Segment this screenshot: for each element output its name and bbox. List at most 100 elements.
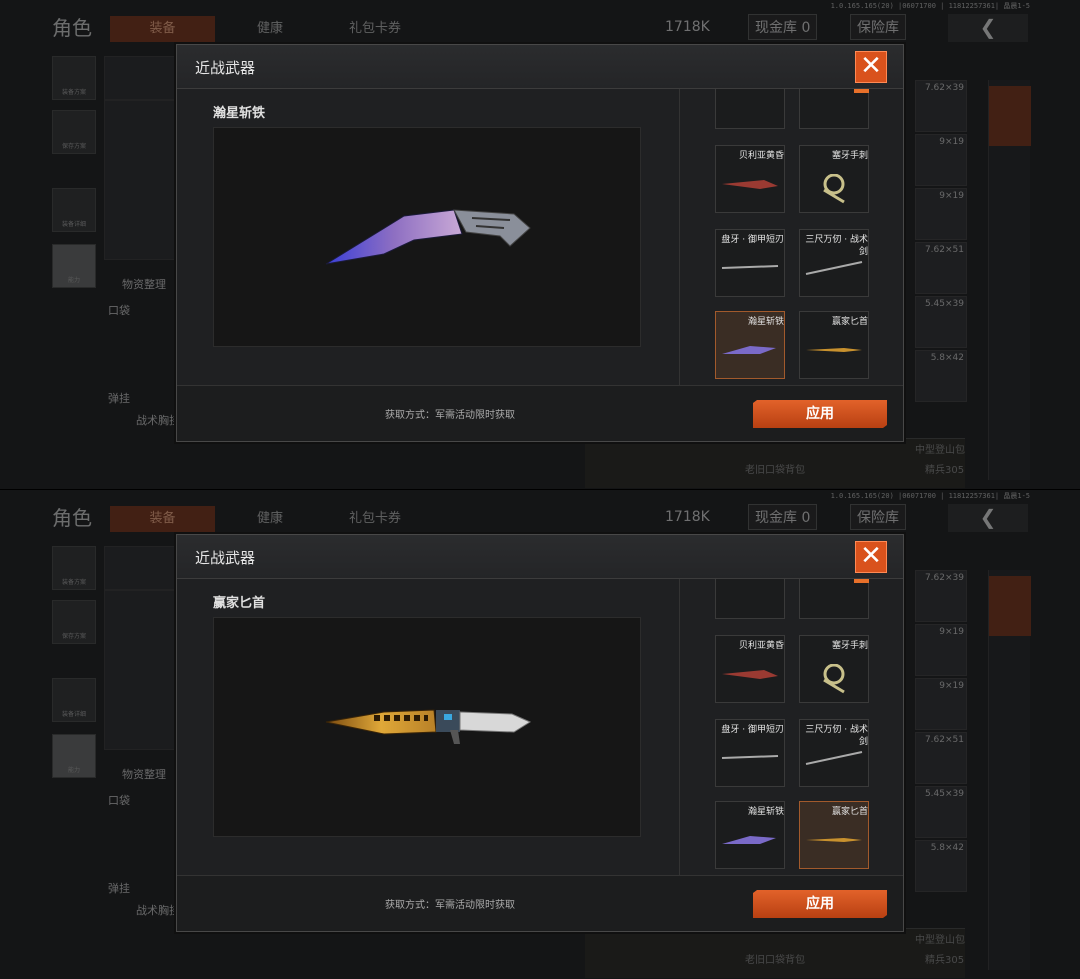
supplies-label: 物资整理 xyxy=(122,768,166,781)
weapon-item-label: 贝利亚黄昏 xyxy=(738,641,784,651)
sidebar-save-loadout[interactable]: 保存方案 xyxy=(52,110,96,154)
weapon-item-selected[interactable]: 赢家匕首 xyxy=(799,801,869,869)
ammo-cell[interactable]: 7.62×51 xyxy=(915,732,967,784)
weapon-item[interactable]: 塞牙手刺 xyxy=(799,635,869,703)
backpack-bar: 老旧口袋背包 中型登山包 精兵305 xyxy=(585,438,965,488)
weapon-preview xyxy=(213,617,641,837)
ammo-cell[interactable]: 5.45×39 xyxy=(915,296,967,348)
sidebar-ability[interactable]: 能力 xyxy=(52,734,96,778)
sidebar-gear-detail[interactable]: 装备详细 xyxy=(52,678,96,722)
weapon-item[interactable]: 盘牙 · 御甲短刃 xyxy=(715,719,785,787)
tab-equipment[interactable]: 装备 xyxy=(110,506,215,532)
category-melee-active[interactable] xyxy=(989,86,1031,146)
weapon-item[interactable]: 塞牙手刺 xyxy=(799,145,869,213)
sidebar-ability[interactable]: 能力 xyxy=(52,244,96,288)
back-button[interactable]: ❮ xyxy=(948,14,1028,42)
ammo-cell[interactable]: 9×19 xyxy=(915,678,967,730)
weapon-item[interactable]: 赢家匕首 xyxy=(799,311,869,379)
weapon-item-label: 塞牙手刺 xyxy=(831,641,868,651)
bag-right-label: 中型登山包 xyxy=(915,445,965,456)
body-slot[interactable] xyxy=(104,100,176,260)
tab-gift-cards[interactable]: 礼包卡券 xyxy=(330,16,420,42)
body-slot[interactable] xyxy=(104,590,176,750)
safe-box-button[interactable]: 保险库 xyxy=(850,504,906,530)
safe-box-button[interactable]: 保险库 xyxy=(850,14,906,40)
ammo-cell[interactable]: 5.45×39 xyxy=(915,786,967,838)
knife-starcleaver-icon xyxy=(722,836,776,844)
weapon-item-label: 塞牙手刺 xyxy=(831,151,868,161)
weapon-item[interactable]: 贝利亚黄昏 xyxy=(715,145,785,213)
modal-title: 近战武器 xyxy=(195,59,256,77)
weapon-item[interactable]: 三尺万仞 · 战术剑 xyxy=(799,229,869,297)
page-title: 角色 xyxy=(52,506,92,530)
ammo-cell[interactable]: 9×19 xyxy=(915,134,967,186)
tab-equipment[interactable]: 装备 xyxy=(110,16,215,42)
weapon-grid: ✓ 贝利亚黄昏 塞牙手刺 盘牙 · 御甲短刃 三尺万仞 · 战术剑 瀚星斩铁 赢… xyxy=(680,89,903,385)
tab-health[interactable]: 健康 xyxy=(230,16,310,42)
weapon-item-equipped[interactable]: ✓ xyxy=(799,579,869,619)
claw-knife-icon xyxy=(823,174,845,204)
supplies-label: 物资整理 xyxy=(122,278,166,291)
cash-vault-button[interactable]: 现金库 0 xyxy=(748,504,818,530)
close-button[interactable]: ✕ xyxy=(855,541,887,573)
level-label: 精兵305 xyxy=(925,465,965,476)
knife-icon xyxy=(722,180,778,189)
ammo-rig-label: 弹挂 xyxy=(108,882,130,895)
melee-weapon-modal: 近战武器 ✕ 瀚星斩铁 ✓ 贝利亚黄昏 塞牙手刺 盘牙 · 御甲短刃 三尺万仞 … xyxy=(176,44,904,442)
weapon-grid: ✓ 贝利亚黄昏 塞牙手刺 盘牙 · 御甲短刃 三尺万仞 · 战术剑 瀚星斩铁 赢… xyxy=(680,579,903,875)
tab-health[interactable]: 健康 xyxy=(230,506,310,532)
weapon-item-label: 三尺万仞 · 战术剑 xyxy=(805,725,868,747)
backpack-bar: 老旧口袋背包 中型登山包 精兵305 xyxy=(585,928,965,978)
weapon-item-label: 盘牙 · 御甲短刃 xyxy=(721,235,784,245)
category-melee-active[interactable] xyxy=(989,576,1031,636)
weapon-item[interactable]: 瀚星斩铁 xyxy=(715,801,785,869)
apply-button[interactable]: 应用 xyxy=(753,890,887,918)
ammo-cell[interactable]: 7.62×39 xyxy=(915,80,967,132)
weapon-item-label: 赢家匕首 xyxy=(831,317,868,327)
short-blade-icon xyxy=(721,755,779,759)
sidebar-loadout[interactable]: 装备方案 xyxy=(52,546,96,590)
tab-gift-cards[interactable]: 礼包卡券 xyxy=(330,506,420,532)
close-button[interactable]: ✕ xyxy=(855,51,887,83)
winner-dagger-icon xyxy=(806,348,862,352)
weapon-item[interactable] xyxy=(715,579,785,619)
ammo-cell[interactable]: 5.8×42 xyxy=(915,350,967,402)
category-rail xyxy=(988,570,1031,970)
ammo-cell[interactable]: 7.62×39 xyxy=(915,570,967,622)
weapon-item[interactable]: 贝利亚黄昏 xyxy=(715,635,785,703)
obtain-method: 获取方式：军需活动限时获取 xyxy=(385,410,515,421)
cash-vault-button[interactable]: 现金库 0 xyxy=(748,14,818,40)
pocket-label: 口袋 xyxy=(108,304,130,317)
knife-icon xyxy=(722,670,778,679)
level-label: 精兵305 xyxy=(925,955,965,966)
chevron-left-icon: ❮ xyxy=(979,15,997,39)
ammo-cell[interactable]: 9×19 xyxy=(915,188,967,240)
checkmark-icon: ✓ xyxy=(854,579,869,583)
weapon-item-equipped[interactable]: ✓ xyxy=(799,89,869,129)
modal-footer: 获取方式：军需活动限时获取 应用 xyxy=(177,875,903,931)
top-bar: 角色 装备 健康 礼包卡券 1718K 现金库 0 保险库 ❮ xyxy=(0,498,1080,534)
ammo-rig-label: 弹挂 xyxy=(108,392,130,405)
winner-dagger-icon xyxy=(325,709,532,744)
screen-2: 1.0.165.165(20) |06071700 | 11812257361|… xyxy=(0,490,1080,979)
short-blade-icon xyxy=(721,265,779,269)
ammo-cell[interactable]: 7.62×51 xyxy=(915,242,967,294)
checkmark-icon: ✓ xyxy=(854,89,869,93)
screen-1: 1.0.165.165(20) |06071700 | 11812257361|… xyxy=(0,0,1080,489)
weapon-item[interactable]: 盘牙 · 御甲短刃 xyxy=(715,229,785,297)
weapon-item[interactable]: 三尺万仞 · 战术剑 xyxy=(799,719,869,787)
knife-starcleaver-icon xyxy=(722,346,776,354)
modal-footer: 获取方式：军需活动限时获取 应用 xyxy=(177,385,903,441)
weapon-item[interactable] xyxy=(715,89,785,129)
pocket-label: 口袋 xyxy=(108,794,130,807)
ammo-cell[interactable]: 5.8×42 xyxy=(915,840,967,892)
ammo-cell[interactable]: 9×19 xyxy=(915,624,967,676)
weapon-item-selected[interactable]: 瀚星斩铁 xyxy=(715,311,785,379)
page-title: 角色 xyxy=(52,16,92,40)
melee-weapon-modal: 近战武器 ✕ 赢家匕首 ✓ 贝利亚黄昏 塞牙手刺 盘牙 · 御甲短刃 三尺万仞 … xyxy=(176,534,904,932)
apply-button[interactable]: 应用 xyxy=(753,400,887,428)
sidebar-gear-detail[interactable]: 装备详细 xyxy=(52,188,96,232)
sidebar-save-loadout[interactable]: 保存方案 xyxy=(52,600,96,644)
sidebar-loadout[interactable]: 装备方案 xyxy=(52,56,96,100)
back-button[interactable]: ❮ xyxy=(948,504,1028,532)
